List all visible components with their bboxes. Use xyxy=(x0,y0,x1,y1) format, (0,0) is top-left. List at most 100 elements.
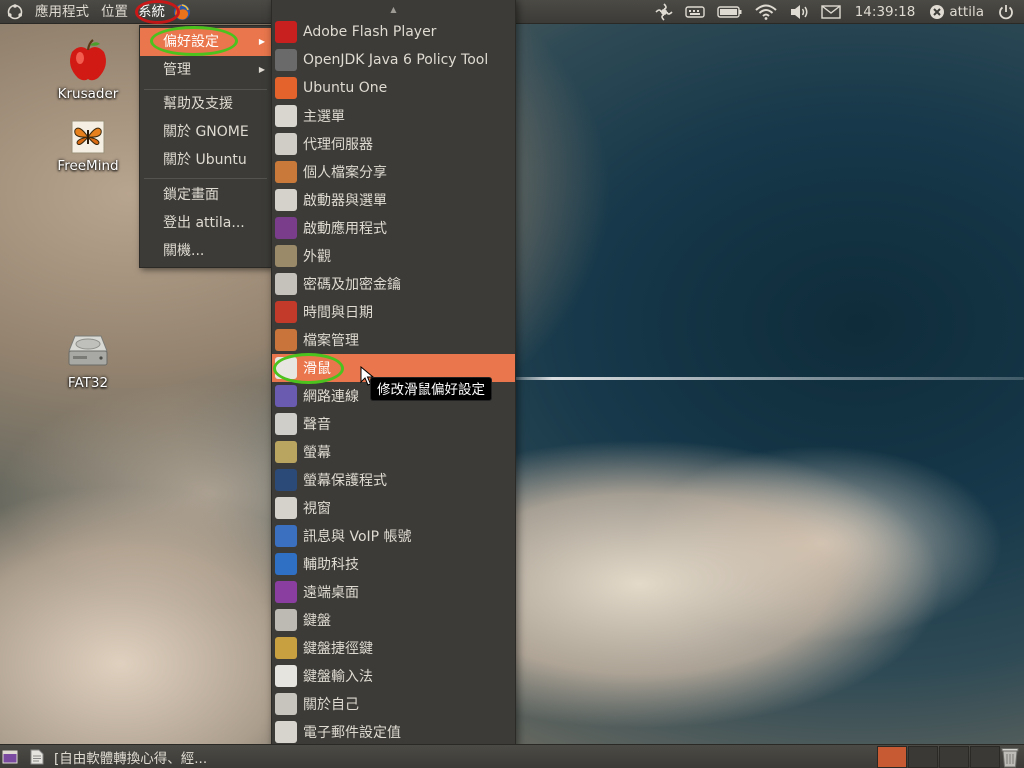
workspace-4[interactable] xyxy=(970,746,1000,768)
launcher-icon xyxy=(275,189,297,211)
show-desktop-icon[interactable] xyxy=(0,745,20,768)
ubuntu-logo-icon[interactable] xyxy=(0,0,30,24)
preferences-item[interactable]: 聲音 xyxy=(272,410,515,438)
workspace-3[interactable] xyxy=(939,746,969,768)
preferences-item-label: 時間與日期 xyxy=(303,305,373,321)
battery-icon[interactable] xyxy=(711,0,749,24)
touch-indicator-icon[interactable] xyxy=(649,0,679,24)
preferences-item[interactable]: 螢幕 xyxy=(272,438,515,466)
startup-apps-icon xyxy=(275,217,297,239)
desktop-icon-fat32[interactable]: FAT32 xyxy=(38,333,138,391)
preferences-item-label: 電子郵件設定值 xyxy=(303,725,401,741)
preferences-item-label: 聲音 xyxy=(303,417,331,433)
preferences-item[interactable]: Adobe Flash Player xyxy=(272,18,515,46)
preferences-item[interactable]: 時間與日期 xyxy=(272,298,515,326)
preferences-item[interactable]: 鍵盤輸入法 xyxy=(272,662,515,690)
document-icon xyxy=(30,749,44,765)
preferences-item[interactable]: 電子郵件設定值 xyxy=(272,718,515,746)
about-me-icon xyxy=(275,693,297,715)
screensaver-icon xyxy=(275,469,297,491)
system-menu-item-shutdown[interactable]: 關機... xyxy=(140,237,271,265)
system-menu-item-label: 管理 xyxy=(163,62,191,78)
workspace-switcher xyxy=(877,746,1001,768)
keys-icon xyxy=(275,273,297,295)
preferences-item[interactable]: 輔助科技 xyxy=(272,550,515,578)
preferences-item[interactable]: 訊息與 VoIP 帳號 xyxy=(272,522,515,550)
preferences-item-label: 螢幕保護程式 xyxy=(303,473,387,489)
preferences-item[interactable]: 啟動應用程式 xyxy=(272,214,515,242)
im-accounts-icon xyxy=(275,525,297,547)
wifi-icon[interactable] xyxy=(749,0,783,24)
bottom-panel: [自由軟體轉換心得、經... xyxy=(0,744,1024,768)
preferences-item-label: 鍵盤捷徑鍵 xyxy=(303,641,373,657)
file-manager-icon xyxy=(275,329,297,351)
preferences-item-label: 視窗 xyxy=(303,501,331,517)
system-menu-item-about-ubuntu[interactable]: 關於 Ubuntu xyxy=(140,146,271,174)
desktop-icon-krusader[interactable]: Krusader xyxy=(38,38,138,102)
desktop-icon-label: FAT32 xyxy=(67,375,109,391)
desktop-icon-label: FreeMind xyxy=(57,158,119,174)
preferences-item[interactable]: Ubuntu One xyxy=(272,74,515,102)
remote-desktop-icon xyxy=(275,581,297,603)
power-icon[interactable] xyxy=(992,0,1024,24)
freemind-butterfly-icon xyxy=(71,120,105,154)
preferences-item[interactable]: 個人檔案分享 xyxy=(272,158,515,186)
preferences-item-label: 訊息與 VoIP 帳號 xyxy=(303,529,412,545)
system-menu-item-about-gnome[interactable]: 關於 GNOME xyxy=(140,118,271,146)
preferences-item[interactable]: 代理伺服器 xyxy=(272,130,515,158)
system-menu-item-logout[interactable]: 登出 attila... xyxy=(140,209,271,237)
system-menu-item-label: 偏好設定 xyxy=(163,34,219,50)
mouse-icon xyxy=(275,357,297,379)
clock[interactable]: 14:39:18 xyxy=(847,0,924,24)
preferences-item[interactable]: 鍵盤 xyxy=(272,606,515,634)
preferences-item-label: OpenJDK Java 6 Policy Tool xyxy=(303,52,489,68)
menu-applications[interactable]: 應用程式 xyxy=(30,0,94,24)
preferences-item-label: 網路連線 xyxy=(303,389,359,405)
system-menu-item-lock-screen[interactable]: 鎖定畫面 xyxy=(140,181,271,209)
preferences-item[interactable]: 檔案管理 xyxy=(272,326,515,354)
keyboard-icon[interactable] xyxy=(679,0,711,24)
user-status-icon xyxy=(930,5,945,19)
preferences-item[interactable]: 遠端桌面 xyxy=(272,578,515,606)
taskbar-window-button[interactable]: [自由軟體轉換心得、經... xyxy=(30,747,240,767)
preferences-item[interactable]: 關於自己 xyxy=(272,690,515,718)
workspace-1[interactable] xyxy=(877,746,907,768)
file-share-icon xyxy=(275,161,297,183)
trash-icon[interactable] xyxy=(1000,746,1020,768)
workspace-2[interactable] xyxy=(908,746,938,768)
preferences-item[interactable]: 螢幕保護程式 xyxy=(272,466,515,494)
preferences-item-label: 滑鼠 xyxy=(303,361,331,377)
preferences-item[interactable]: 密碼及加密金鑰 xyxy=(272,270,515,298)
system-menu-item-preferences[interactable]: 偏好設定 ▶ xyxy=(140,28,271,56)
volume-icon[interactable] xyxy=(783,0,815,24)
menu-separator xyxy=(144,178,267,179)
preferences-item-label: 鍵盤輸入法 xyxy=(303,669,373,685)
appearance-icon xyxy=(275,245,297,267)
preferences-item[interactable]: 啟動器與選單 xyxy=(272,186,515,214)
keyboard-icon xyxy=(275,609,297,631)
scroll-up-arrow-icon[interactable]: ▲ xyxy=(272,2,515,18)
preferences-item-label: 啟動器與選單 xyxy=(303,193,387,209)
preferences-item[interactable]: 外觀 xyxy=(272,242,515,270)
preferences-item[interactable]: 視窗 xyxy=(272,494,515,522)
user-menu[interactable]: attila xyxy=(923,0,992,24)
preferences-item[interactable]: OpenJDK Java 6 Policy Tool xyxy=(272,46,515,74)
top-menubar: 應用程式 位置 系統 xyxy=(0,0,194,24)
network-icon xyxy=(275,385,297,407)
clock-calendar-icon xyxy=(275,301,297,323)
system-menu-item-help[interactable]: 幫助及支援 xyxy=(140,90,271,118)
mail-icon[interactable] xyxy=(815,0,847,24)
firefox-icon[interactable] xyxy=(170,0,194,24)
preferences-item[interactable]: 鍵盤捷徑鍵 xyxy=(272,634,515,662)
preferences-item-label: 外觀 xyxy=(303,249,331,265)
system-menu-item-administration[interactable]: 管理 ▶ xyxy=(140,56,271,84)
preferences-item[interactable]: 主選單 xyxy=(272,102,515,130)
preferences-item-label: 檔案管理 xyxy=(303,333,359,349)
preferences-item-label: 密碼及加密金鑰 xyxy=(303,277,401,293)
menu-system[interactable]: 系統 xyxy=(133,0,170,24)
desktop-icon-freemind[interactable]: FreeMind xyxy=(38,120,138,174)
taskbar-window-title: [自由軟體轉換心得、經... xyxy=(54,751,208,767)
wallpaper-contrail xyxy=(500,377,1024,380)
preferences-item-label: 螢幕 xyxy=(303,445,331,461)
menu-places[interactable]: 位置 xyxy=(96,0,133,24)
